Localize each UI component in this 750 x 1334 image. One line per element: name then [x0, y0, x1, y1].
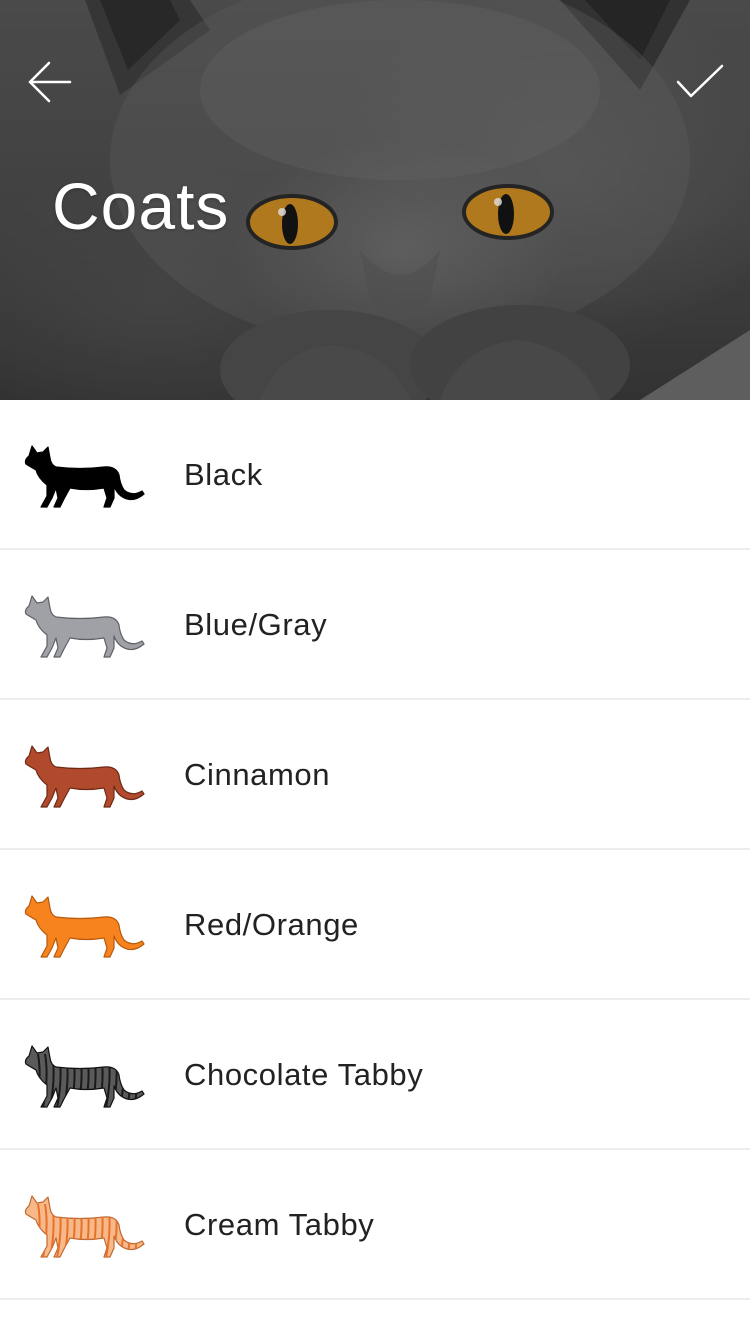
- cat-cream-tabby-icon: [24, 1195, 145, 1258]
- cat-chocolate-tabby-icon: [24, 1045, 145, 1108]
- cat-cinnamon-icon: [24, 745, 145, 808]
- coat-label: Red/Orange: [184, 907, 359, 942]
- cat-red-orange-icon: [24, 895, 145, 958]
- coat-option-cinnamon[interactable]: Cinnamon: [0, 700, 750, 850]
- arrow-left-icon: [28, 61, 72, 103]
- coat-option-black[interactable]: Black: [0, 400, 750, 550]
- coat-option-cream-tabby[interactable]: Cream Tabby: [0, 1150, 750, 1300]
- cat-blue-gray-icon: [24, 595, 145, 658]
- coat-option-chocolate-tabby[interactable]: Chocolate Tabby: [0, 1000, 750, 1150]
- done-button[interactable]: [670, 52, 730, 112]
- back-button[interactable]: [20, 52, 80, 112]
- coat-label: Cinnamon: [184, 757, 331, 792]
- coat-label: Black: [184, 457, 263, 492]
- coat-option-blue-gray[interactable]: Blue/Gray: [0, 550, 750, 700]
- page-title: Coats: [52, 169, 230, 243]
- checkmark-icon: [676, 64, 724, 98]
- cat-black-icon: [24, 445, 145, 508]
- coat-label: Blue/Gray: [184, 607, 328, 642]
- coat-option-red-orange[interactable]: Red/Orange: [0, 850, 750, 1000]
- header-photo: Coats: [0, 0, 750, 400]
- coat-list: Black Blue/Gray Cinnamon Red/Orange Choc…: [0, 400, 750, 1300]
- coat-label: Chocolate Tabby: [184, 1057, 424, 1092]
- coat-label: Cream Tabby: [184, 1207, 375, 1242]
